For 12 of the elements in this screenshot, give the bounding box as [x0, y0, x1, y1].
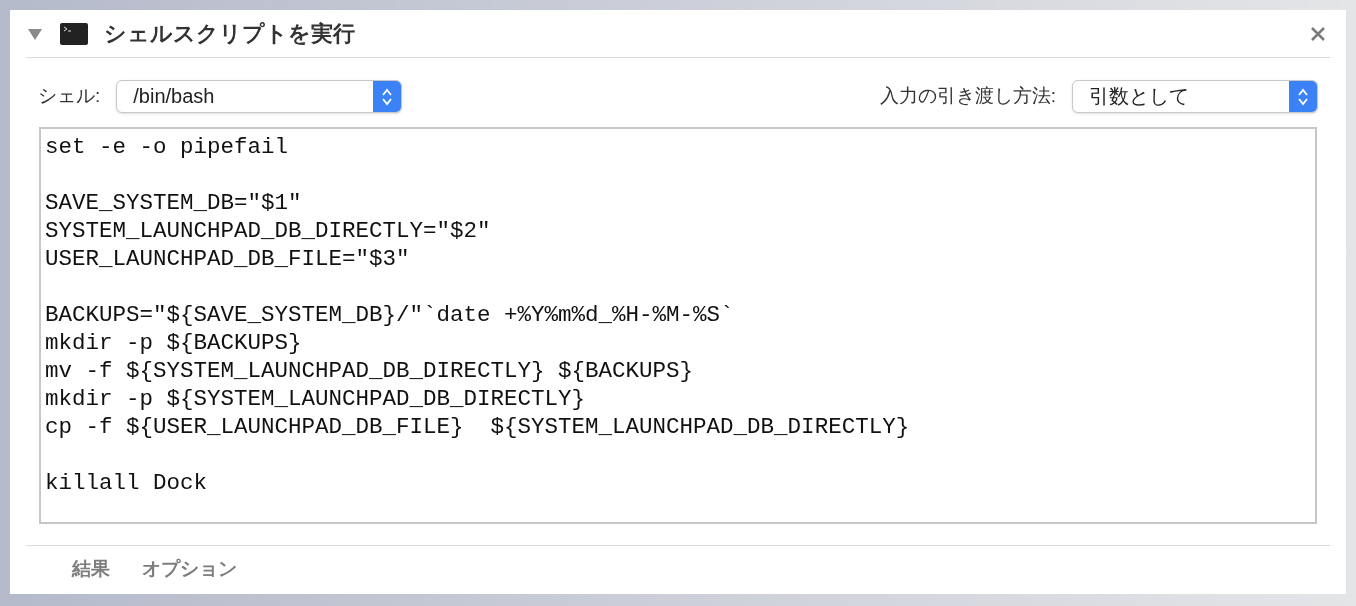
terminal-icon	[60, 22, 88, 45]
input-method-label: 入力の引き渡し方法:	[879, 84, 1056, 109]
footer-tab[interactable]: オプション	[142, 554, 237, 584]
script-editor[interactable]: set -e -o pipefail SAVE_SYSTEM_DB="$1" SYSTEM_LAUNCHPAD_DB_DIRECTLY="$2" USER_LAUNCHPAD_DB_FILE="$3" BACKUPS="${SAVE_SYSTEM_DB}/"`date +%Y%m%d_%H-%M-%S` mkdir -p ${BACKUPS} mv -f ${SYSTEM_LAUNCHPAD_DB_DIRECTLY} ${BACKUPS} mkdir -p ${SYSTEM_LAUNCHPAD_DB_DIRECTLY} cp -f ${USER_LAUNCHPAD_DB_FILE} ${SYSTEM_LAUNCHPAD_DB_DIRECTLY} killall Dock	[39, 127, 1317, 524]
stepper-icon	[373, 81, 402, 112]
close-icon[interactable]	[1310, 25, 1326, 42]
stepper-icon	[1289, 81, 1317, 112]
shell-select[interactable]: /bin/bash	[116, 80, 403, 113]
input-method-select[interactable]: 引数として	[1072, 80, 1318, 113]
footer-tab[interactable]: 結果	[72, 554, 110, 584]
action-title: シェルスクリプトを実行	[104, 20, 355, 48]
shell-label: シェル:	[38, 84, 101, 109]
